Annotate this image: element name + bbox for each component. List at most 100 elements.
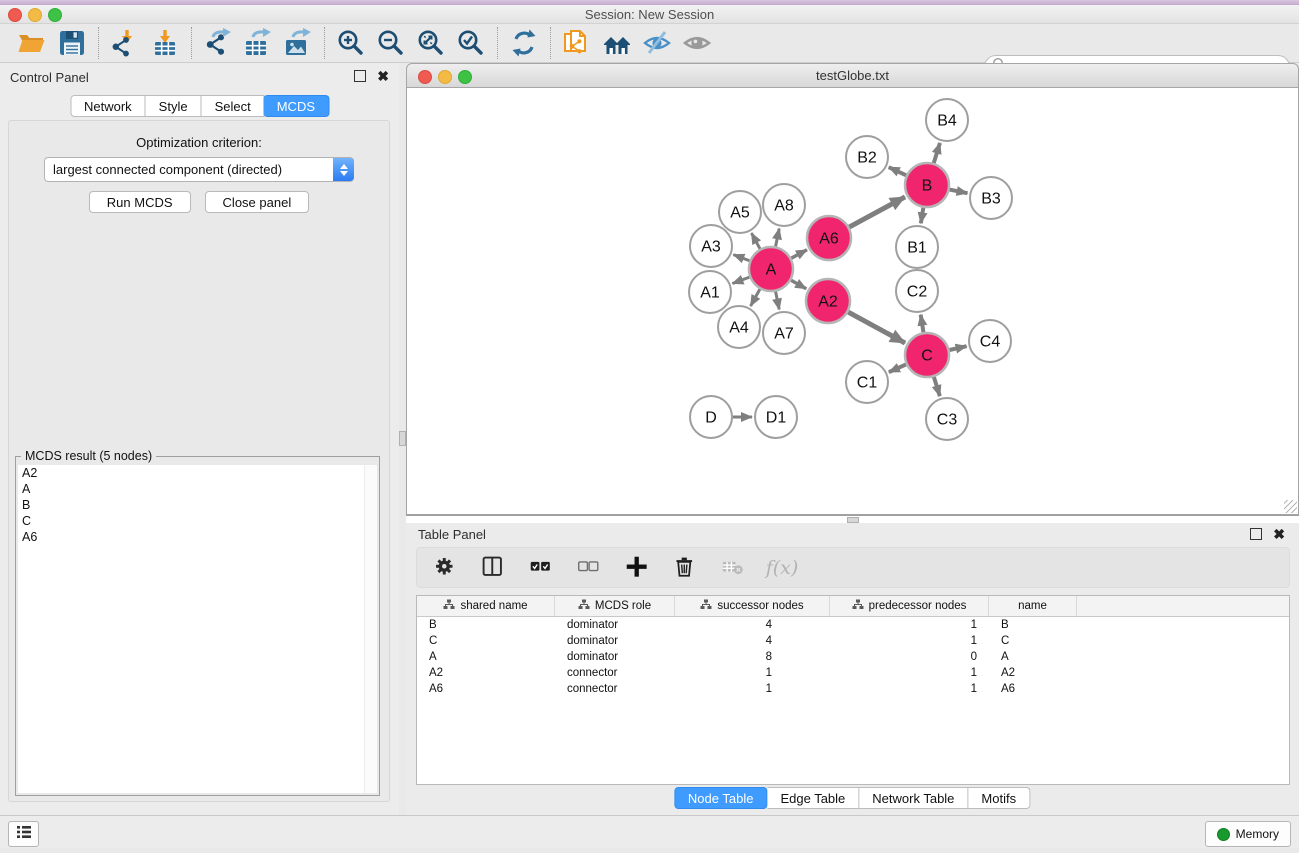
duplicate-network-icon[interactable]: [561, 27, 593, 59]
vertical-splitter[interactable]: [399, 63, 406, 815]
graph-edge-C-C2[interactable]: [921, 315, 924, 333]
mcds-result-item[interactable]: A6: [18, 529, 377, 545]
column-header-predecessor-nodes[interactable]: predecessor nodes: [830, 596, 989, 616]
graph-edge-A6-B[interactable]: [849, 197, 905, 227]
table-row[interactable]: Adominator80A: [417, 649, 1289, 665]
mcds-result-item[interactable]: C: [18, 513, 377, 529]
column-header-MCDS-role[interactable]: MCDS role: [555, 596, 675, 616]
close-panel-icon[interactable]: ✖: [1273, 529, 1285, 539]
open-file-icon[interactable]: [16, 27, 48, 59]
tab-select[interactable]: Select: [202, 95, 265, 117]
graph-edge-A-A7[interactable]: [776, 292, 780, 310]
mcds-result-item[interactable]: A: [18, 481, 377, 497]
graph-edge-A-A5[interactable]: [751, 233, 760, 249]
table-row[interactable]: Bdominator41B: [417, 617, 1289, 633]
tab-network[interactable]: Network: [70, 95, 146, 117]
delete-column-icon[interactable]: [673, 555, 699, 581]
column-header-shared-name[interactable]: shared name: [417, 596, 555, 616]
mcds-result-item[interactable]: A2: [18, 465, 377, 481]
graph-node-A4[interactable]: A4: [718, 306, 760, 348]
graph-edge-A-A1[interactable]: [732, 277, 749, 283]
graph-node-B4[interactable]: B4: [926, 99, 968, 141]
export-image-icon[interactable]: [282, 27, 314, 59]
optimization-criterion-select[interactable]: largest connected component (directed): [44, 157, 354, 182]
hide-panels-eye-icon[interactable]: [641, 27, 673, 59]
float-panel-icon[interactable]: [354, 70, 366, 82]
zoom-out-icon[interactable]: [375, 27, 407, 59]
graph-edge-C-C4[interactable]: [949, 346, 966, 350]
mcds-result-item[interactable]: B: [18, 497, 377, 513]
column-header-name[interactable]: name: [989, 596, 1077, 616]
graph-node-A7[interactable]: A7: [763, 312, 805, 354]
graph-edge-A-A4[interactable]: [751, 289, 760, 306]
result-scrollbar[interactable]: [364, 465, 377, 793]
select-all-checkboxes-icon[interactable]: [529, 555, 555, 581]
app-titlebar[interactable]: Session: New Session: [0, 5, 1299, 24]
graph-node-C1[interactable]: C1: [846, 361, 888, 403]
export-network-icon[interactable]: [202, 27, 234, 59]
memory-button[interactable]: Memory: [1205, 821, 1291, 847]
table-row[interactable]: Cdominator41C: [417, 633, 1289, 649]
graph-node-A5[interactable]: A5: [719, 191, 761, 233]
tab-motifs[interactable]: Motifs: [968, 787, 1030, 809]
graph-edge-A-A3[interactable]: [733, 255, 749, 261]
graph-node-C4[interactable]: C4: [969, 320, 1011, 362]
graph-edge-A-A6[interactable]: [791, 250, 807, 258]
graph-node-A8[interactable]: A8: [763, 184, 805, 226]
graph-node-A2[interactable]: A2: [806, 279, 850, 323]
graph-node-D1[interactable]: D1: [755, 396, 797, 438]
graph-node-B3[interactable]: B3: [970, 177, 1012, 219]
close-panel-button[interactable]: Close panel: [205, 191, 310, 213]
graph-node-C3[interactable]: C3: [926, 398, 968, 440]
graph-edge-B-B4[interactable]: [934, 143, 940, 163]
graph-node-A1[interactable]: A1: [689, 271, 731, 313]
close-panel-icon[interactable]: ✖: [377, 71, 389, 81]
tab-mcds[interactable]: MCDS: [264, 95, 329, 117]
import-table-icon[interactable]: [149, 27, 181, 59]
mcds-result-list[interactable]: A2ABCA6: [18, 465, 377, 793]
network-window-titlebar[interactable]: testGlobe.txt: [406, 63, 1299, 88]
graph-node-B2[interactable]: B2: [846, 136, 888, 178]
save-session-icon[interactable]: [56, 27, 88, 59]
column-header-successor-nodes[interactable]: successor nodes: [675, 596, 830, 616]
graph-edge-B-B2[interactable]: [889, 167, 906, 175]
graph-edge-A2-C[interactable]: [848, 312, 905, 343]
float-panel-icon[interactable]: [1250, 528, 1262, 540]
graph-node-A6[interactable]: A6: [807, 216, 851, 260]
graph-node-C[interactable]: C: [905, 333, 949, 377]
graph-edge-C-C3[interactable]: [934, 377, 940, 396]
gray-eye-icon[interactable]: [681, 27, 713, 59]
column-layout-icon[interactable]: [481, 555, 507, 581]
graph-edge-B-B3[interactable]: [950, 190, 968, 194]
graph-edge-B-B1[interactable]: [921, 208, 924, 224]
tab-edge-table[interactable]: Edge Table: [767, 787, 859, 809]
tab-node-table[interactable]: Node Table: [674, 787, 768, 809]
home-icon[interactable]: [601, 27, 633, 59]
table-settings-gear-icon[interactable]: [433, 555, 459, 581]
export-table-icon[interactable]: [242, 27, 274, 59]
run-mcds-button[interactable]: Run MCDS: [89, 191, 191, 213]
task-history-button[interactable]: [8, 821, 39, 847]
window-resize-grip[interactable]: [1284, 500, 1297, 513]
horizontal-splitter[interactable]: [406, 515, 1299, 523]
graph-node-A[interactable]: A: [749, 247, 793, 291]
table-row[interactable]: A2connector11A2: [417, 665, 1289, 681]
refresh-view-icon[interactable]: [508, 27, 540, 59]
zoom-fit-icon[interactable]: [415, 27, 447, 59]
graph-node-B1[interactable]: B1: [896, 226, 938, 268]
zoom-in-icon[interactable]: [335, 27, 367, 59]
zoom-selected-icon[interactable]: [455, 27, 487, 59]
splitter-handle[interactable]: [399, 431, 406, 446]
deselect-all-checkboxes-icon[interactable]: [577, 555, 603, 581]
import-network-icon[interactable]: [109, 27, 141, 59]
add-column-icon[interactable]: [625, 555, 651, 581]
graph-edge-A-A8[interactable]: [776, 229, 780, 247]
graph-node-D[interactable]: D: [690, 396, 732, 438]
graph-node-B[interactable]: B: [905, 163, 949, 207]
tab-style[interactable]: Style: [146, 95, 202, 117]
graph-node-A3[interactable]: A3: [690, 225, 732, 267]
graph-edge-C-C1[interactable]: [889, 364, 906, 372]
table-row[interactable]: A6connector11A6: [417, 681, 1289, 697]
graph-edge-A-A2[interactable]: [791, 280, 806, 289]
network-canvas[interactable]: B4B2BB3A5A8A6A3B1AA1C2A2A4A7C4CC1DD1C3: [406, 88, 1299, 515]
